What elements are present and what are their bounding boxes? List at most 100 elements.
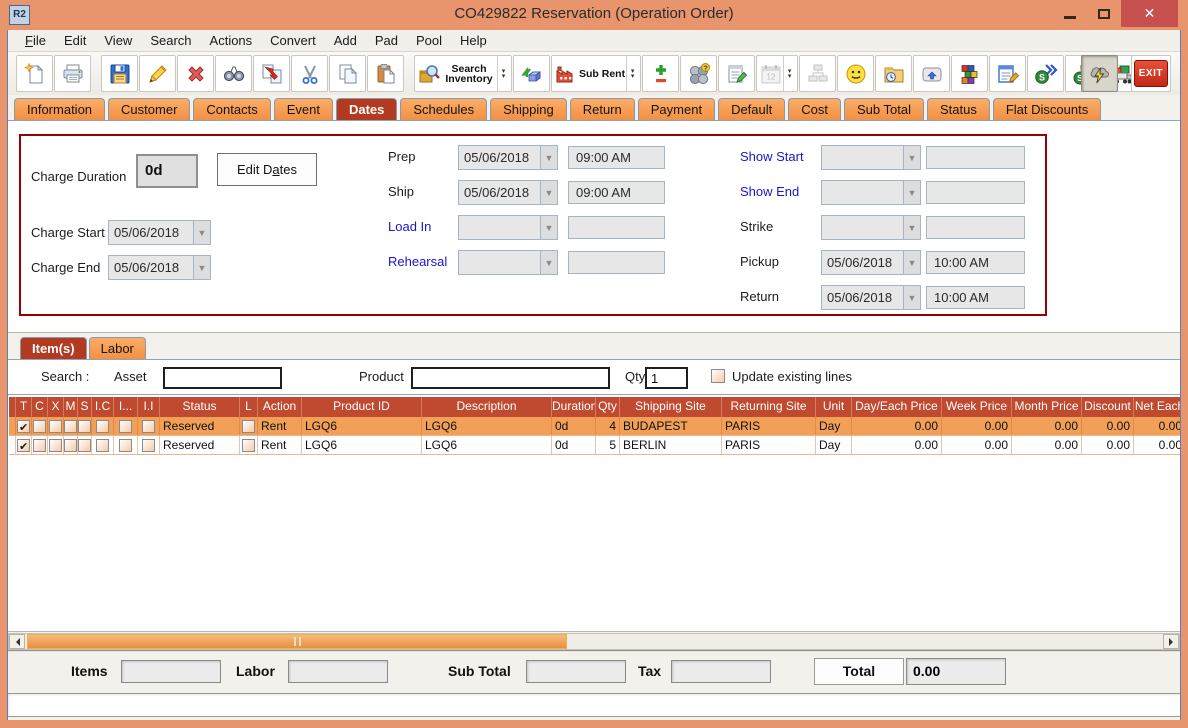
- toolbar-send-key-button[interactable]: [913, 55, 950, 92]
- grid-header-l[interactable]: L: [240, 397, 258, 417]
- charge-end-date-field[interactable]: 05/06/2018 ▼: [108, 255, 211, 280]
- grid-header-product-id[interactable]: Product ID: [302, 397, 422, 417]
- grid-header-s[interactable]: S: [78, 397, 92, 417]
- date-label-rehearsal[interactable]: Rehearsal: [388, 249, 456, 274]
- cell-i-i[interactable]: [138, 436, 160, 454]
- grid-header-x[interactable]: X: [48, 397, 64, 417]
- toolbar-memo-edit-button[interactable]: [989, 55, 1026, 92]
- scrollbar-thumb[interactable]: [27, 634, 567, 649]
- row-checkbox-s[interactable]: [78, 420, 91, 433]
- time-field-return[interactable]: 10:00 AM: [926, 286, 1025, 309]
- cell-i-i[interactable]: [138, 417, 160, 435]
- dropdown-arrow-icon[interactable]: ▾▾: [497, 56, 509, 91]
- menu-item-actions[interactable]: Actions: [201, 31, 262, 50]
- row-checkbox-t[interactable]: [17, 420, 30, 433]
- toolbar-search-inventory-button[interactable]: Search Inventory▾▾: [414, 55, 512, 92]
- time-field-rehearsal[interactable]: [568, 251, 665, 274]
- cell-m[interactable]: [64, 417, 78, 435]
- cell-s[interactable]: [78, 436, 92, 454]
- grid-header-day-each-price[interactable]: Day/Each Price: [852, 397, 942, 417]
- chevron-down-icon[interactable]: ▼: [540, 181, 557, 204]
- cell-l[interactable]: [240, 436, 258, 454]
- toolbar-notepad-edit-button[interactable]: [718, 55, 755, 92]
- chevron-down-icon[interactable]: ▼: [540, 146, 557, 169]
- tab-status[interactable]: Status: [927, 98, 990, 120]
- grid-header-unit[interactable]: Unit: [816, 397, 852, 417]
- date-label-show-end[interactable]: Show End: [740, 179, 818, 204]
- grid-header-status[interactable]: Status: [160, 397, 240, 417]
- toolbar-calendar-button[interactable]: 12▾▾: [756, 55, 798, 92]
- menu-item-view[interactable]: View: [95, 31, 141, 50]
- dropdown-arrow-icon[interactable]: ▾▾: [626, 56, 638, 91]
- tab-default[interactable]: Default: [718, 98, 785, 120]
- tab-customer[interactable]: Customer: [108, 98, 190, 120]
- row-checkbox-i-i[interactable]: [142, 420, 155, 433]
- cell-t[interactable]: [16, 417, 32, 435]
- row-checkbox-c[interactable]: [33, 439, 46, 452]
- toolbar-delete-x-button[interactable]: [177, 55, 214, 92]
- time-field-show-end[interactable]: [926, 181, 1025, 204]
- grid-header-i-c[interactable]: I.C: [92, 397, 114, 417]
- toolbar-new-document-button[interactable]: [16, 55, 53, 92]
- time-field-prep[interactable]: 09:00 AM: [568, 146, 665, 169]
- row-checkbox-x[interactable]: [49, 439, 62, 452]
- date-field-show-start[interactable]: ▼: [821, 145, 921, 170]
- update-existing-lines-checkbox[interactable]: [711, 369, 725, 383]
- toolbar-transfer-document-button[interactable]: [253, 55, 290, 92]
- toolbar-exit-button[interactable]: EXIT: [1131, 55, 1171, 92]
- row-checkbox-i-c[interactable]: [96, 420, 109, 433]
- chevron-down-icon[interactable]: ▼: [903, 181, 920, 204]
- toolbar-edit-pencil-button[interactable]: [139, 55, 176, 92]
- table-row[interactable]: ReservedRentLGQ6LGQ60d5BERLINPARISDay0.0…: [9, 436, 1180, 455]
- close-button[interactable]: ✕: [1121, 0, 1178, 27]
- tab-contacts[interactable]: Contacts: [193, 98, 270, 120]
- total-button[interactable]: Total: [814, 658, 904, 685]
- chevron-down-icon[interactable]: ▼: [540, 216, 557, 239]
- scroll-left-button[interactable]: [9, 634, 25, 649]
- chevron-down-icon[interactable]: ▼: [193, 221, 210, 244]
- date-field-pickup[interactable]: 05/06/2018▼: [821, 250, 921, 275]
- date-field-strike[interactable]: ▼: [821, 215, 921, 240]
- toolbar-lightning-bolt-button[interactable]: [1081, 55, 1118, 92]
- chevron-down-icon[interactable]: ▼: [903, 216, 920, 239]
- row-checkbox-m[interactable]: [64, 439, 77, 452]
- row-checkbox-i-dots[interactable]: [119, 420, 132, 433]
- maximize-button[interactable]: [1087, 0, 1121, 27]
- toolbar-find-binoculars-button[interactable]: [215, 55, 252, 92]
- toolbar-group-question-button[interactable]: ?: [680, 55, 717, 92]
- grid-header-qty[interactable]: Qty: [596, 397, 620, 417]
- row-checkbox-l[interactable]: [242, 439, 255, 452]
- date-field-prep[interactable]: 05/06/2018▼: [458, 145, 558, 170]
- time-field-strike[interactable]: [926, 216, 1025, 239]
- grid-header-discount[interactable]: Discount: [1082, 397, 1134, 417]
- toolbar-quick-pay-forward-button[interactable]: S: [1027, 55, 1064, 92]
- menu-item-convert[interactable]: Convert: [261, 31, 325, 50]
- grid-header-c[interactable]: C: [32, 397, 48, 417]
- charge-start-date-field[interactable]: 05/06/2018 ▼: [108, 220, 211, 245]
- toolbar-convert-3d-button[interactable]: [513, 55, 550, 92]
- date-label-show-start[interactable]: Show Start: [740, 144, 818, 169]
- tab-event[interactable]: Event: [274, 98, 333, 120]
- tab-payment[interactable]: Payment: [638, 98, 715, 120]
- row-checkbox-l[interactable]: [242, 420, 255, 433]
- horizontal-scrollbar[interactable]: [8, 633, 1180, 650]
- cell-x[interactable]: [48, 417, 64, 435]
- date-field-return[interactable]: 05/06/2018▼: [821, 285, 921, 310]
- grid-header-t[interactable]: T: [16, 397, 32, 417]
- chevron-down-icon[interactable]: ▼: [193, 256, 210, 279]
- tab-return[interactable]: Return: [570, 98, 635, 120]
- time-field-load-in[interactable]: [568, 216, 665, 239]
- tab-information[interactable]: Information: [14, 98, 105, 120]
- tab-shipping[interactable]: Shipping: [490, 98, 567, 120]
- grid-header-description[interactable]: Description: [422, 397, 552, 417]
- chevron-down-icon[interactable]: ▼: [903, 286, 920, 309]
- cell-i-c[interactable]: [92, 436, 114, 454]
- date-field-show-end[interactable]: ▼: [821, 180, 921, 205]
- chevron-down-icon[interactable]: ▼: [540, 251, 557, 274]
- cell-t[interactable]: [16, 436, 32, 454]
- cell-c[interactable]: [32, 417, 48, 435]
- grid-header-week-price[interactable]: Week Price: [942, 397, 1012, 417]
- menu-item-edit[interactable]: Edit: [55, 31, 95, 50]
- toolbar-save-button[interactable]: [101, 55, 138, 92]
- minimize-button[interactable]: [1053, 0, 1087, 27]
